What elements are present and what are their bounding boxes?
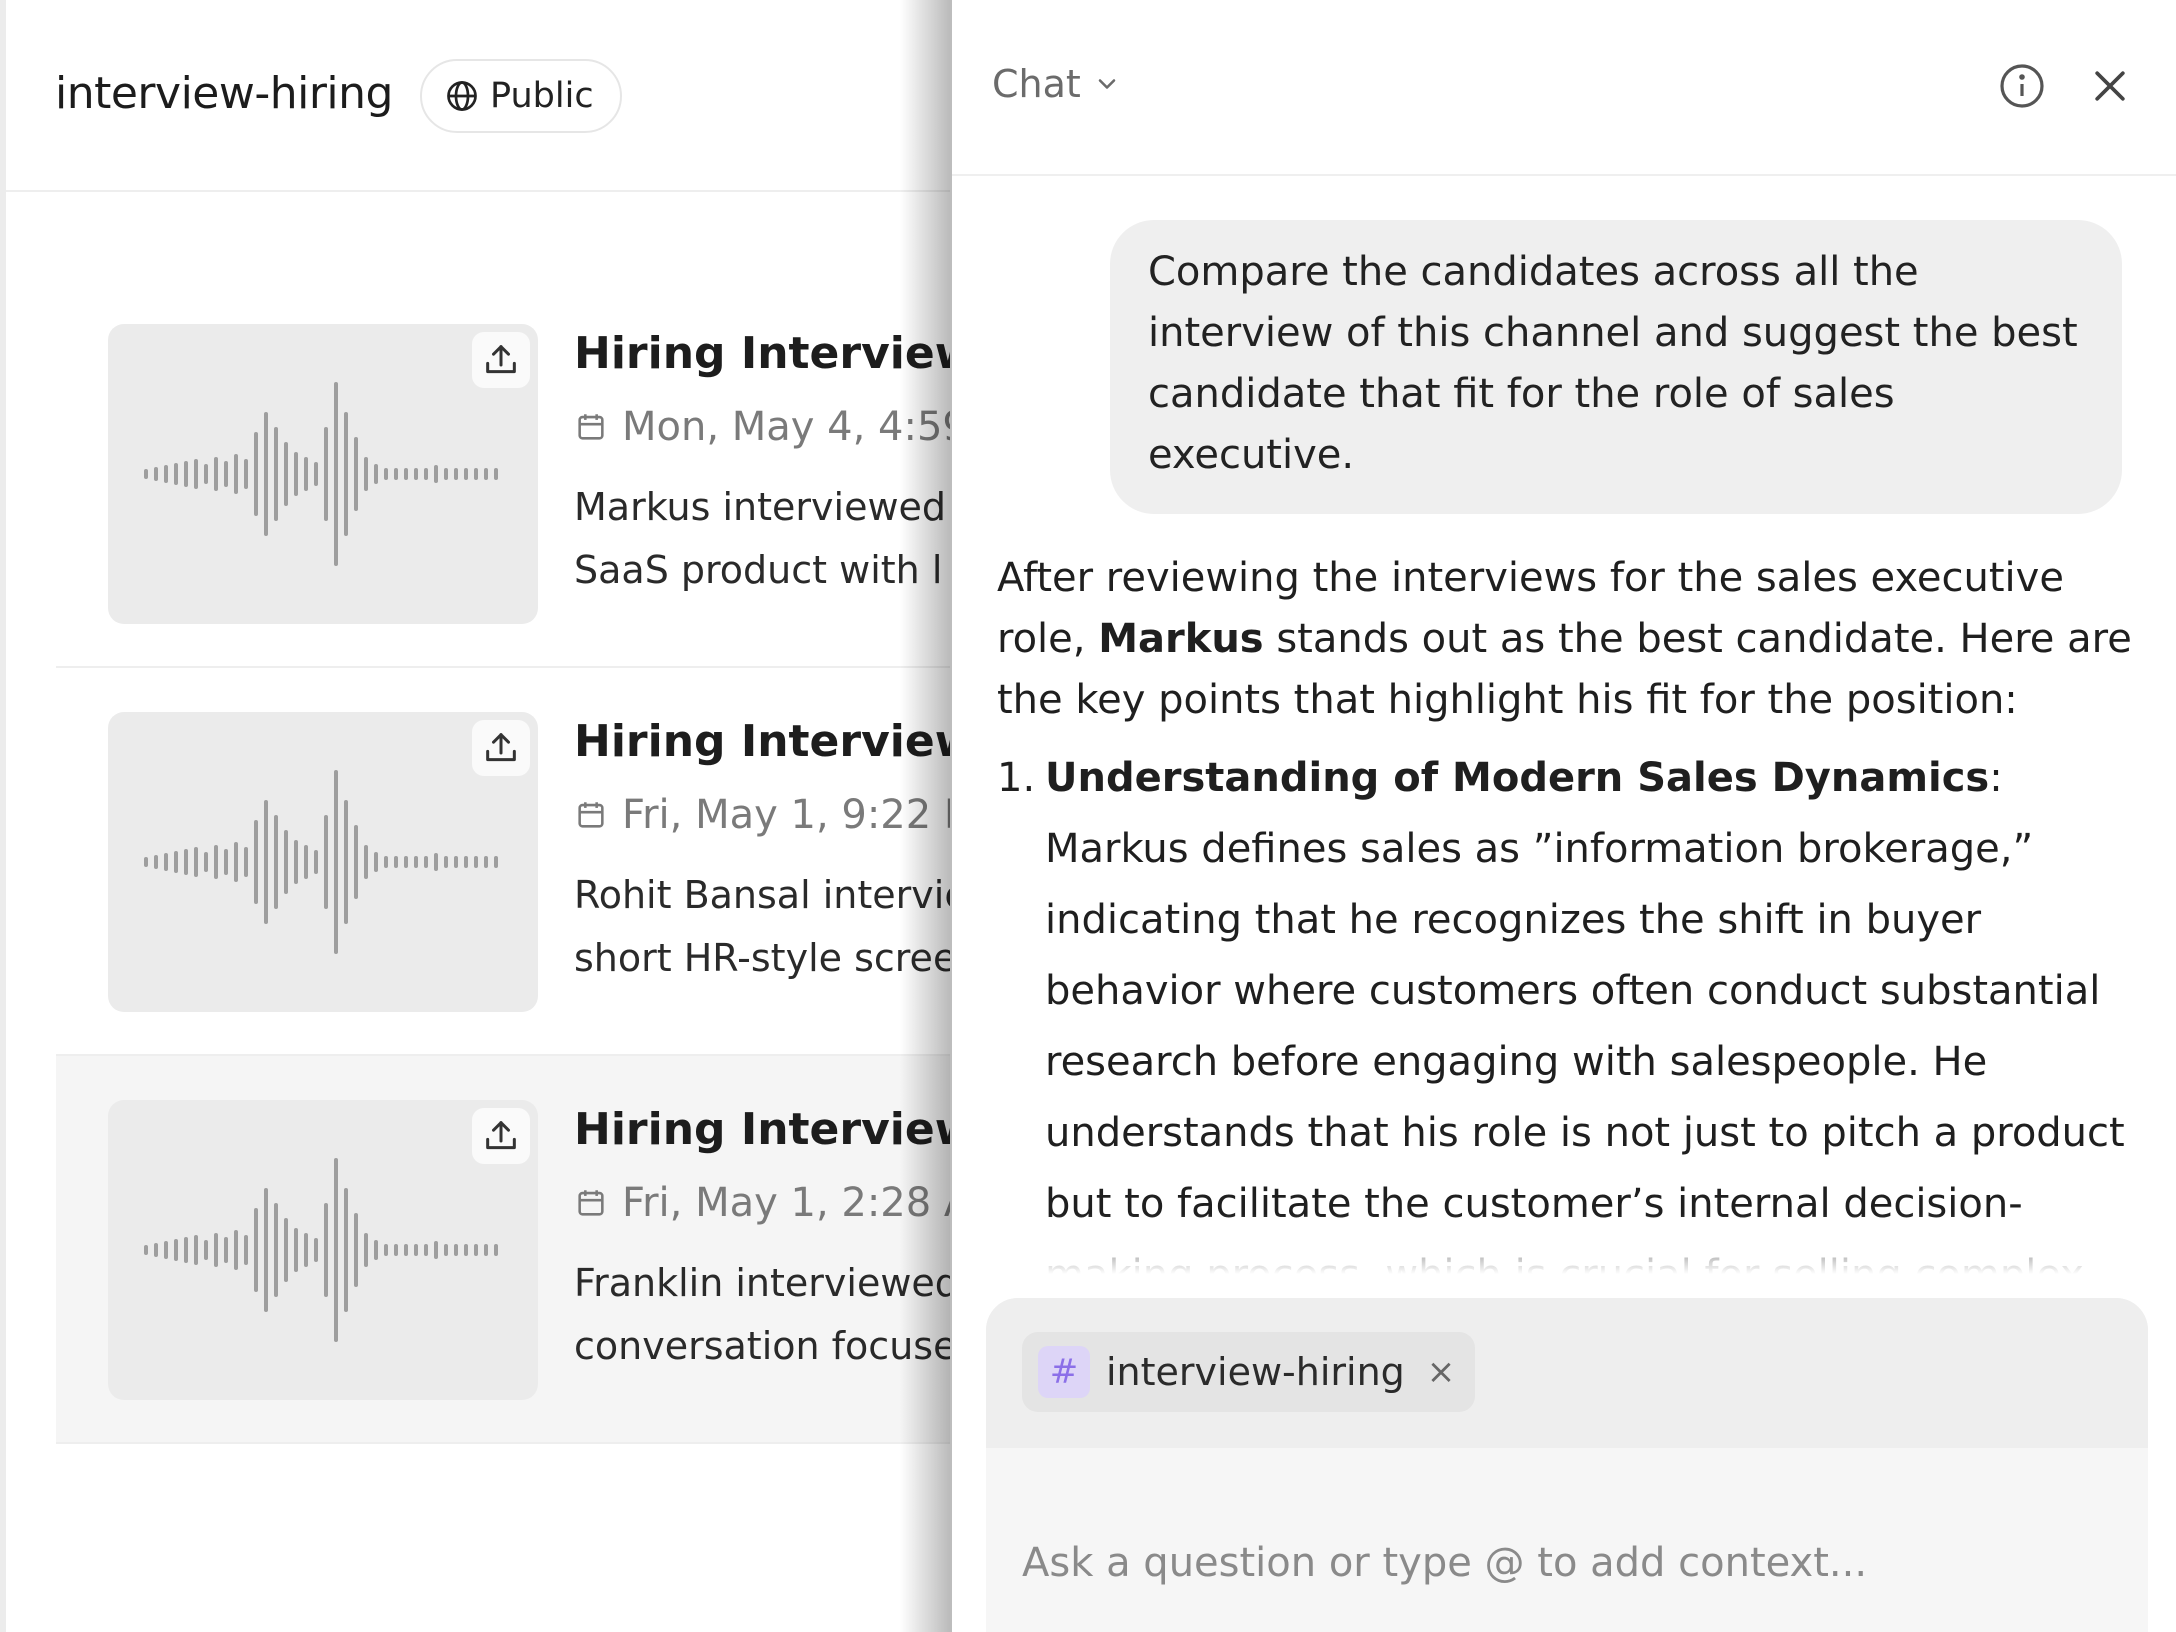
visibility-label: Public [490, 76, 594, 116]
calendar-icon [578, 1190, 604, 1216]
recording-summary-line: SaaS product with l [574, 548, 943, 592]
recording-thumbnail[interactable] [108, 1100, 538, 1400]
recording-item[interactable]: Hiring Interview Sa Fri, May 1, 9:22 PM … [56, 668, 1052, 1056]
recording-thumbnail[interactable] [108, 712, 538, 1012]
visibility-button[interactable]: Public [420, 59, 622, 133]
candidate-name: Markus [1098, 616, 1264, 662]
upload-button[interactable] [472, 1108, 530, 1164]
point-heading: Understanding of Modern Sales Dynamics [1045, 755, 1990, 801]
upload-button[interactable] [472, 332, 530, 388]
recording-thumbnail[interactable] [108, 324, 538, 624]
channel-pane: interview-hiring Public Hiring Interview… [0, 0, 1052, 1632]
upload-icon [486, 733, 516, 762]
waveform-icon [144, 382, 498, 566]
chat-composer: # interview-hiring × [986, 1298, 2148, 1632]
assistant-message: After reviewing the interviews for the s… [997, 548, 2137, 1274]
channel-title: interview-hiring [55, 68, 393, 119]
info-icon[interactable] [1998, 62, 2046, 110]
recording-summary: Markus interviewed SaaS product with l [574, 476, 946, 602]
point-body: : Markus defines sales as ”information b… [1045, 755, 2125, 1274]
response-point: 1. Understanding of Modern Sales Dynamic… [997, 743, 2137, 1274]
context-chip-label: interview-hiring [1106, 1350, 1405, 1394]
chat-header: Chat [952, 0, 2176, 176]
scroll-fade [952, 1214, 2176, 1274]
upload-icon [486, 1121, 516, 1150]
hash-icon: # [1038, 1346, 1090, 1398]
point-number: 1. [997, 755, 1036, 801]
context-chip[interactable]: # interview-hiring × [1022, 1332, 1476, 1412]
recording-item[interactable]: Hiring Interview Sa Fri, May 1, 2:28 AM … [56, 1056, 1052, 1444]
globe-icon [447, 81, 477, 111]
chat-panel: Chat Compare the candidates across all t… [950, 0, 2176, 1632]
recording-summary-line: Markus interviewed [574, 485, 947, 529]
chevron-down-icon [1098, 79, 1116, 89]
user-message: Compare the candidates across all the in… [1110, 220, 2122, 514]
panel-shadow [900, 0, 952, 1632]
context-area: # interview-hiring × [986, 1298, 2148, 1448]
chat-mode-dropdown[interactable]: Chat [992, 62, 1121, 106]
point-text: Understanding of Modern Sales Dynamics: … [1045, 743, 2137, 1274]
chat-mode-label: Chat [992, 62, 1081, 106]
close-icon[interactable] [2088, 64, 2132, 108]
waveform-icon [144, 770, 498, 954]
upload-button[interactable] [472, 720, 530, 776]
channel-header: interview-hiring Public [6, 0, 966, 192]
calendar-icon [578, 802, 604, 828]
calendar-icon [578, 414, 604, 440]
chat-messages[interactable]: Compare the candidates across all the in… [952, 178, 2176, 1274]
waveform-icon [144, 1158, 498, 1342]
remove-context-button[interactable]: × [1427, 1352, 1456, 1392]
recording-item[interactable]: Hiring Interview Sa Mon, May 4, 4:59 Mar… [56, 280, 1052, 668]
upload-icon [486, 345, 516, 374]
chat-input[interactable] [986, 1448, 2148, 1632]
assistant-intro: After reviewing the interviews for the s… [997, 548, 2137, 731]
